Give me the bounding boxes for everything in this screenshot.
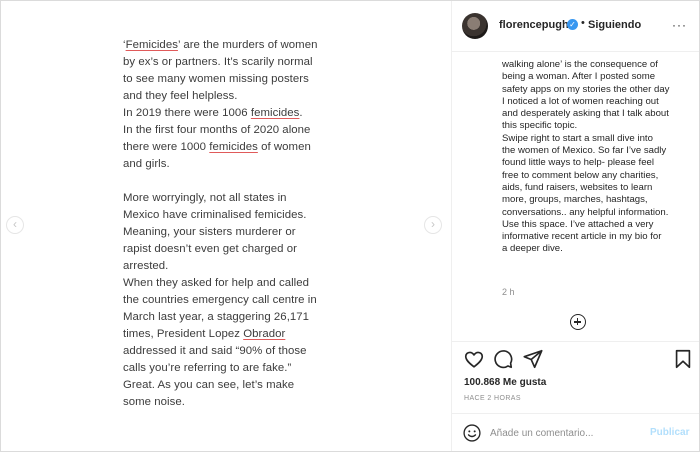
text-segment: March last year, a staggering 26,171 [123,311,310,323]
comment-input[interactable] [490,424,640,442]
post-text-line: ‘Femicides’ are the murders of women [123,37,348,54]
caption-line: aids, fund raisers, websites to learn [502,181,653,193]
load-more-comments-icon[interactable] [570,314,586,330]
text-segment: . [299,107,303,119]
action-bar [452,341,699,376]
caption-line: walking alone’ is the consequence of [502,59,658,70]
post-text-line: calls you’re referring to are fake.” [123,360,348,377]
post-text-line: arrested. [123,258,348,275]
share-icon[interactable] [522,348,544,370]
post-text-line: addressed it and said “90% of those [123,343,348,360]
caption-line: being a woman. After I posted some [502,71,656,83]
post-text-line: In the first four months of 2020 alone [123,122,348,139]
post-caption: walking alone’ is the consequence of bein… [502,59,692,256]
publish-button[interactable]: Publicar [650,427,689,438]
caption-line: Swipe right to start a small dive into [502,132,653,144]
post-text-line: times, President Lopez Obrador [123,326,348,343]
text-segment: More worryingly, not all states in [123,192,287,204]
post-text-line: More worryingly, not all states in [123,190,348,207]
following-button[interactable]: Siguiendo [588,19,641,31]
text-segment: by ex’s or partners. It’s scarily normal [123,56,313,68]
emoji-icon[interactable] [462,423,482,443]
chevron-left-icon: ‹ [13,217,17,231]
previous-slide-button[interactable]: ‹ [6,216,24,234]
comment-icon[interactable] [492,348,514,370]
caption-line: free to comment below any charities, [502,169,659,181]
text-segment: of women [257,141,311,153]
text-segment: rapist doesn’t even get charged or [123,243,297,255]
misspelled-word: Obrador [243,328,286,340]
caption-line: I noticed a lot of women reaching out [502,95,659,107]
text-segment: Meaning, your sisters murderer or [123,226,296,238]
caption-line: Use this space. I’ve attached a very [502,218,654,230]
text-segment: addressed it and said “90% of those [123,345,307,357]
username-link[interactable]: florencepugh [499,19,569,31]
heart-icon[interactable] [463,348,485,370]
post-image[interactable]: ‘Femicides’ are the murders of women by e… [1,1,452,451]
text-segment: times, President Lopez [123,328,244,340]
text-segment: When they asked for help and called [123,277,310,289]
misspelled-word: femicides [209,141,258,153]
post-text-line: When they asked for help and called [123,275,348,292]
caption-line: found little ways to help- please feel [502,157,654,169]
caption-line: and desperately asking that I talk about [502,108,669,120]
misspelled-word: Femicides [125,39,178,51]
post-text-line: and they feel helpless. [123,88,348,105]
verified-badge-icon: ✓ [567,19,578,30]
caption-line: conversations.. any helpful information. [502,206,669,218]
text-segment: and they feel helpless. [123,90,238,102]
chevron-right-icon: › [431,217,435,231]
post-text-line: there were 1000 femicides of women [123,139,348,156]
post-text-line: Mexico have criminalised femicides. [123,207,348,224]
post-text-line: Meaning, your sisters murderer or [123,224,348,241]
comment-bar: Publicar [452,413,699,452]
caption-line: the women of Mexico. So far I’ve sadly [502,145,667,157]
text-segment: there were 1000 [123,141,210,153]
post-text-line: In 2019 there were 1006 femicides. [123,105,348,122]
caption-line: more, groups, marches, hashtags, [502,194,648,206]
text-segment: Mexico have criminalised femicides. [123,209,307,221]
caption-line: a deeper dive. [502,243,563,255]
post-text-line: Great. As you can see, let’s make [123,377,348,394]
post-text-line: to see many women missing posters [123,71,348,88]
text-segment: Great. As you can see, let’s make [123,379,295,391]
post-text-line: by ex’s or partners. It’s scarily normal [123,54,348,71]
misspelled-word: femicides [250,107,300,119]
text-segment: to see many women missing posters [123,73,309,85]
next-slide-button[interactable]: › [424,216,442,234]
text-segment: ’ are the murders of women [177,39,318,51]
post-modal: ‘Femicides’ are the murders of women by e… [0,0,700,452]
more-options-icon[interactable]: ··· [672,18,687,32]
caption-timestamp: 2 h [502,287,515,297]
text-segment: calls you’re referring to are fake.” [123,362,292,374]
post-text-line: the countries emergency call centre in [123,292,348,309]
text-segment: arrested. [123,260,169,272]
likes-count[interactable]: 100.868 Me gusta [464,377,546,388]
text-segment: some noise. [123,396,185,408]
post-text-line: and girls. [123,156,348,173]
caption-line: safety apps on my stories the other day [502,83,670,95]
avatar[interactable] [462,13,488,39]
text-segment: In the first four months of 2020 alone [123,124,311,136]
post-text-line: rapist doesn’t even get charged or [123,241,348,258]
text-segment: In 2019 there were 1006 [123,107,251,119]
post-image-text: ‘Femicides’ are the murders of women by e… [123,37,348,411]
caption-line: informative recent article in my bio for [502,231,662,243]
post-header: florencepugh ✓ • Siguiendo ··· [452,1,699,52]
post-text-line: March last year, a staggering 26,171 [123,309,348,326]
post-timestamp: HACE 2 HORAS [464,395,521,402]
post-text-line: some noise. [123,394,348,411]
text-segment: the countries emergency call centre in [123,294,317,306]
header-separator: • [581,17,585,29]
caption-line: this specific topic. [502,120,578,132]
post-sidebar: florencepugh ✓ • Siguiendo ··· walking a… [452,1,699,451]
bookmark-icon[interactable] [672,348,694,370]
text-segment: and girls. [123,158,170,170]
